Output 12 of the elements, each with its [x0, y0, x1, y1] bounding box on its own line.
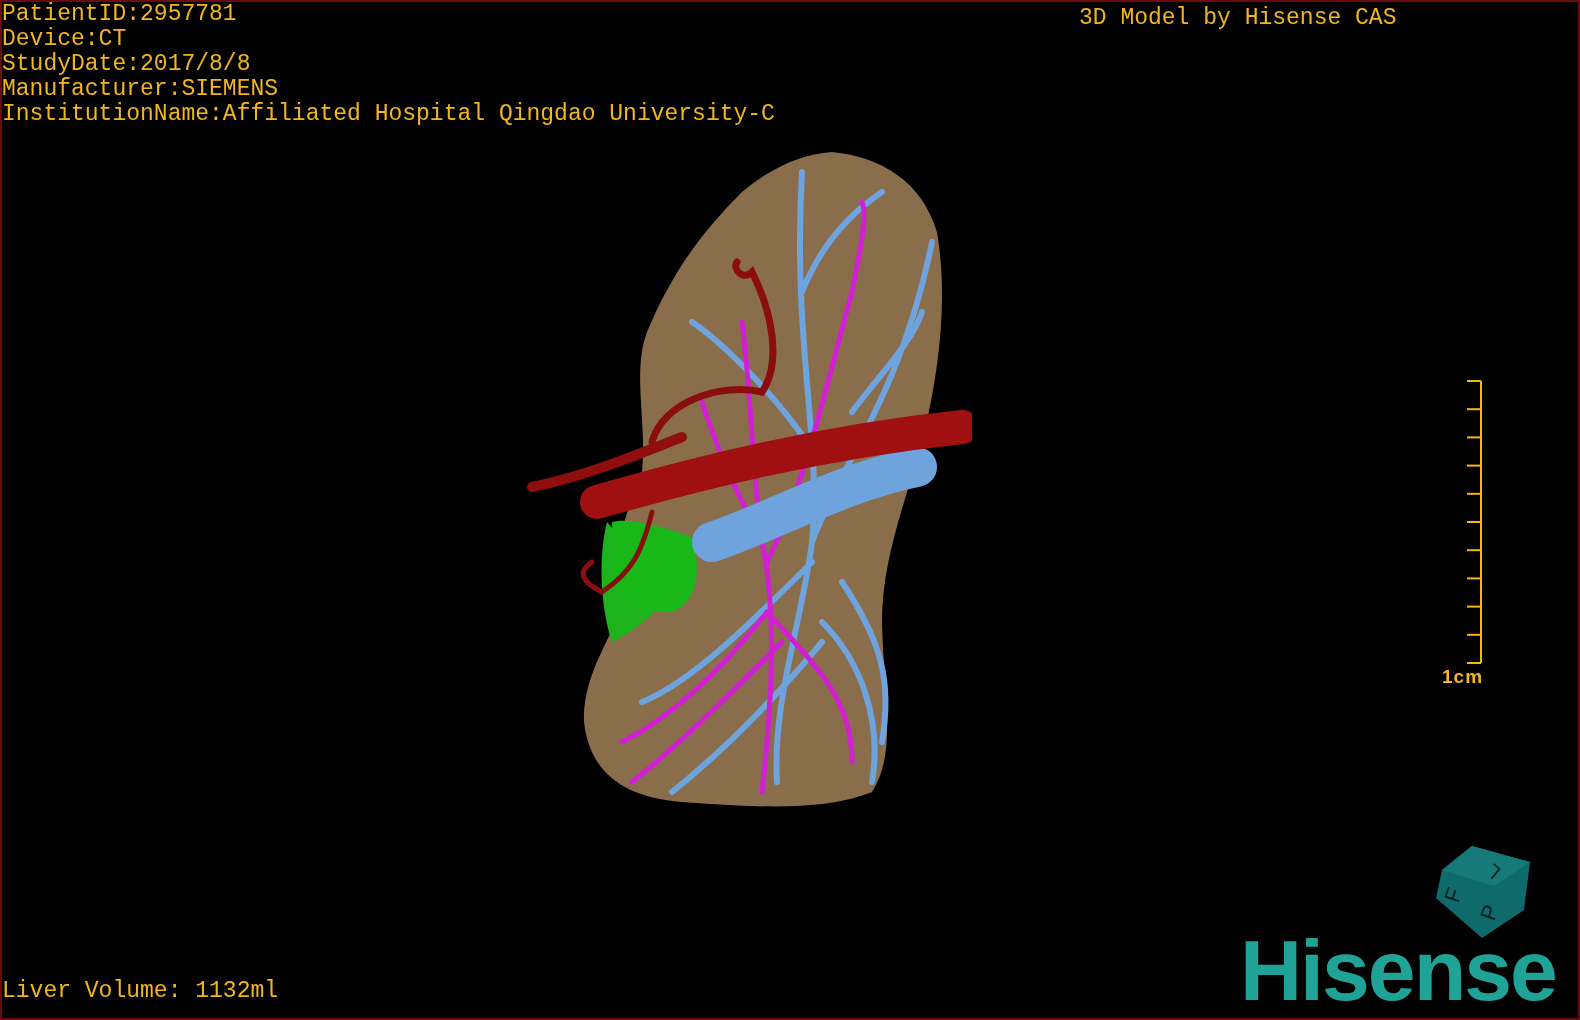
- brand-logo: Hisense: [1240, 927, 1556, 1013]
- viewer-title: 3D Model by Hisense CAS: [1079, 6, 1397, 31]
- patient-info-text: Manufacturer:SIEMENS: [2, 77, 280, 102]
- patient-info-text: InstitutionName:Affiliated Hospital Qingdao University-C: [2, 102, 775, 127]
- cube-face-label: P: [1475, 901, 1504, 924]
- cube-face-label: F: [1439, 884, 1468, 906]
- patient-info-text: Device:CT: [2, 27, 128, 52]
- scale-label: 1cm: [1442, 666, 1484, 688]
- patient-info-text: StudyDate:2017/8/8: [2, 52, 252, 77]
- patient-info-text: PatientID:2957781: [2, 2, 238, 27]
- cube-face-label: L: [1481, 859, 1505, 884]
- liver-volume-text: Liver Volume: 1132ml: [2, 979, 279, 1004]
